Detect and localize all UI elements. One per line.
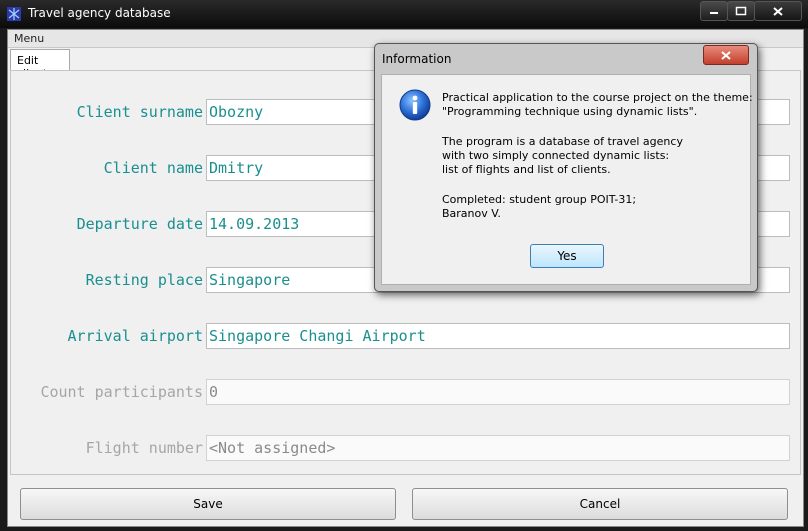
tab-edit-client[interactable]: Edit client (10, 49, 70, 80)
surname-label: Client surname (76, 103, 203, 121)
minimize-button[interactable] (700, 1, 728, 21)
cancel-button[interactable]: Cancel (412, 488, 788, 520)
app-window: Travel agency database Menu Edit client … (0, 0, 808, 531)
close-icon (721, 50, 731, 60)
arrival-airport-label: Arrival airport (67, 327, 203, 345)
resting-place-label: Resting place (85, 271, 203, 289)
maximize-icon (735, 6, 747, 16)
save-button[interactable]: Save (20, 488, 396, 520)
dialog-line: "Programming technique using dynamic lis… (442, 105, 698, 118)
dialog-line: Baranov V. (442, 207, 501, 220)
dialog-line: The program is a database of travel agen… (442, 135, 683, 148)
name-label: Client name (103, 159, 203, 177)
dialog-line: Completed: student group POIT-31; (442, 193, 637, 206)
close-icon (773, 6, 783, 16)
dialog-line: with two simply connected dynamic lists: (442, 149, 670, 162)
information-dialog: Information Practical application to the… (374, 43, 758, 292)
window-title: Travel agency database (28, 6, 171, 20)
menu-item[interactable]: Menu (14, 32, 44, 45)
maximize-button[interactable] (727, 1, 755, 21)
departure-date-label: Departure date (76, 215, 203, 233)
dialog-line: list of flights and list of clients. (442, 163, 611, 176)
info-icon (399, 89, 431, 121)
count-participants-field: 0 (206, 379, 790, 405)
dialog-close-button[interactable] (703, 45, 749, 65)
minimize-icon (710, 12, 718, 14)
button-bar: Save Cancel (8, 476, 803, 526)
count-participants-label: Count participants (40, 383, 203, 401)
title-bar[interactable]: Travel agency database (0, 0, 808, 28)
yes-button[interactable]: Yes (530, 244, 604, 268)
close-button[interactable] (754, 1, 802, 21)
flight-number-label: Flight number (85, 439, 203, 457)
dialog-body: Practical application to the course proj… (381, 74, 753, 285)
arrival-airport-field[interactable]: Singapore Changi Airport (206, 323, 790, 349)
dialog-title: Information (382, 52, 452, 66)
dialog-line: Practical application to the course proj… (442, 91, 753, 104)
flight-number-field: <Not assigned> (206, 435, 790, 461)
app-icon (7, 7, 21, 21)
